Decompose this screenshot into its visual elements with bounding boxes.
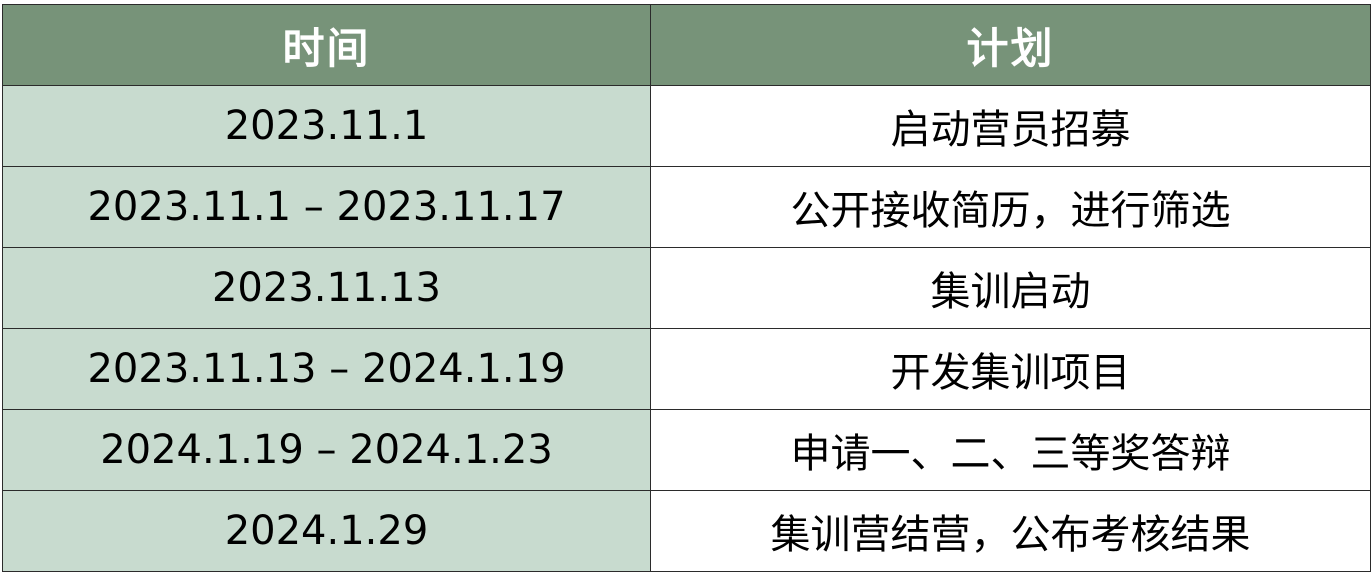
schedule-table-wrapper: 时间 计划 2023.11.1 启动营员招募 2023.11.1 – 2023.… (2, 4, 1371, 572)
table-row: 2023.11.13 集训启动 (2, 247, 1371, 329)
row-plan: 启动营员招募 (650, 85, 1371, 167)
row-time: 2023.11.1 (2, 85, 651, 167)
header-time: 时间 (2, 4, 651, 86)
table-row: 2023.11.1 – 2023.11.17 公开接收简历，进行筛选 (2, 166, 1371, 248)
row-plan: 公开接收简历，进行筛选 (650, 166, 1371, 248)
header-plan: 计划 (650, 4, 1371, 86)
table-row: 2023.11.13 – 2024.1.19 开发集训项目 (2, 328, 1371, 410)
row-plan: 集训营结营，公布考核结果 (650, 490, 1371, 572)
row-time: 2024.1.29 (2, 490, 651, 572)
row-time: 2024.1.19 – 2024.1.23 (2, 409, 651, 491)
table-row: 2024.1.29 集训营结营，公布考核结果 (2, 490, 1371, 572)
row-plan: 开发集训项目 (650, 328, 1371, 410)
schedule-table: 时间 计划 2023.11.1 启动营员招募 2023.11.1 – 2023.… (2, 4, 1371, 572)
table-row: 2023.11.1 启动营员招募 (2, 85, 1371, 167)
row-time: 2023.11.1 – 2023.11.17 (2, 166, 651, 248)
header-row: 时间 计划 (2, 4, 1371, 86)
row-time: 2023.11.13 – 2024.1.19 (2, 328, 651, 410)
row-time: 2023.11.13 (2, 247, 651, 329)
row-plan: 申请一、二、三等奖答辩 (650, 409, 1371, 491)
row-plan: 集训启动 (650, 247, 1371, 329)
table-row: 2024.1.19 – 2024.1.23 申请一、二、三等奖答辩 (2, 409, 1371, 491)
